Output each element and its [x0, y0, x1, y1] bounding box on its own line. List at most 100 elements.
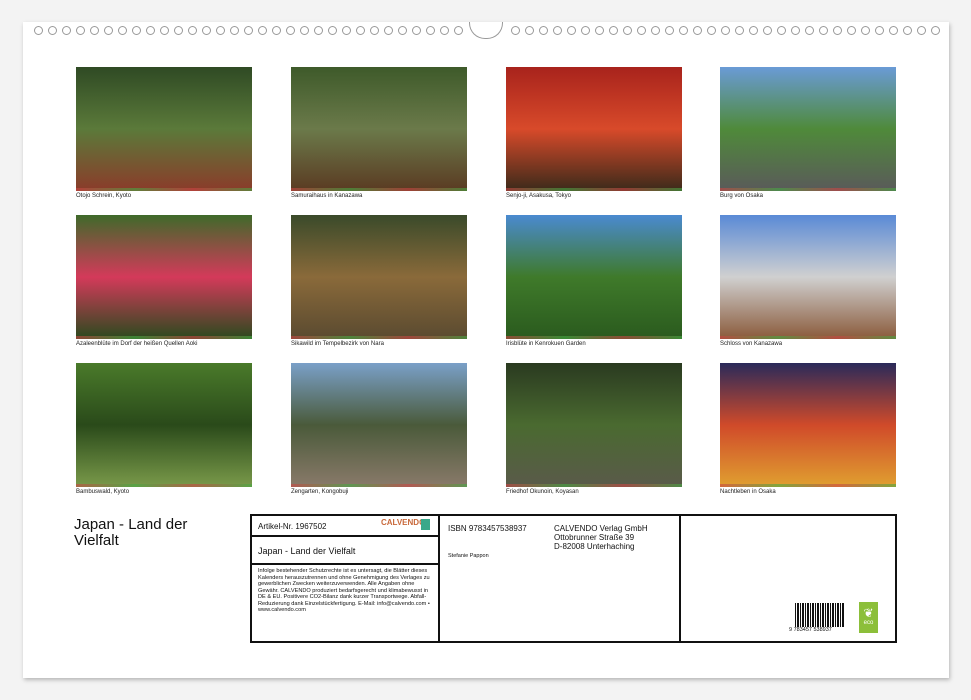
- binding-hole: [286, 26, 295, 35]
- binding-hole: [328, 26, 337, 35]
- binding-hole: [48, 26, 57, 35]
- month-strip: [291, 188, 467, 191]
- photo-caption: Azaleenblüte im Dorf der heißen Quellen …: [76, 341, 198, 347]
- binding-hole: [160, 26, 169, 35]
- barcode: [795, 603, 845, 627]
- binding-hole: [609, 26, 618, 35]
- binding-hole: [861, 26, 870, 35]
- binding-hole: [679, 26, 688, 35]
- photo-caption: Senjo-ji, Asakusa, Tokyo: [506, 193, 571, 199]
- binding-hole: [76, 26, 85, 35]
- photo: [720, 215, 896, 339]
- binding-hole: [931, 26, 940, 35]
- photo: [291, 67, 467, 191]
- photo-caption: Burg von Osaka: [720, 193, 764, 199]
- binding-hole: [595, 26, 604, 35]
- month-strip: [76, 188, 252, 191]
- binding-hole: [440, 26, 449, 35]
- eco-label: eco: [863, 620, 874, 626]
- publisher-name: CALVENDO Verlag GmbH: [554, 524, 648, 533]
- binding-hole: [356, 26, 365, 35]
- binding-hole: [791, 26, 800, 35]
- photo: [506, 67, 682, 191]
- binding-hole: [62, 26, 71, 35]
- month-strip: [291, 336, 467, 339]
- leaf-icon: ❦: [863, 606, 874, 620]
- photo-caption: Nachtleben in Osaka: [720, 489, 776, 495]
- binding-hole: [525, 26, 534, 35]
- binding-hole: [216, 26, 225, 35]
- binding-hole: [384, 26, 393, 35]
- divider: [438, 514, 440, 641]
- binding-hole: [244, 26, 253, 35]
- binding-hole: [174, 26, 183, 35]
- photo: [720, 67, 896, 191]
- barcode-number: 9 783457 538937: [789, 627, 832, 633]
- binding-hole: [258, 26, 267, 35]
- binding-hole: [202, 26, 211, 35]
- author: Stefanie Pappon: [448, 553, 489, 559]
- binding-hole: [777, 26, 786, 35]
- photo-caption: Samuraihaus in Kanazawa: [291, 193, 363, 199]
- photo: [291, 215, 467, 339]
- calvendo-logo-icon: [421, 519, 430, 530]
- photo-caption: Schloss von Kanazawa: [720, 341, 783, 347]
- binding-hole: [847, 26, 856, 35]
- binding-hole: [693, 26, 702, 35]
- photo: [76, 215, 252, 339]
- month-strip: [291, 484, 467, 487]
- month-strip: [76, 336, 252, 339]
- month-strip: [506, 188, 682, 191]
- binding-hole: [539, 26, 548, 35]
- photo: [720, 363, 896, 487]
- binding-hole: [146, 26, 155, 35]
- binding-hole: [300, 26, 309, 35]
- month-strip: [506, 336, 682, 339]
- binding-hole: [230, 26, 239, 35]
- binding-hole: [819, 26, 828, 35]
- binding-hole: [735, 26, 744, 35]
- binding-hole: [132, 26, 141, 35]
- binding-hole: [889, 26, 898, 35]
- month-strip: [76, 484, 252, 487]
- binding-hole: [917, 26, 926, 35]
- binding-hole: [90, 26, 99, 35]
- binding-hole: [833, 26, 842, 35]
- publisher-street: Ottobrunner Straße 39: [554, 533, 635, 542]
- binding-hole: [314, 26, 323, 35]
- binding-hole: [342, 26, 351, 35]
- photo: [76, 363, 252, 487]
- binding-hole: [875, 26, 884, 35]
- isbn: ISBN 9783457538937: [448, 524, 527, 533]
- binding-hole: [903, 26, 912, 35]
- binding-hole: [749, 26, 758, 35]
- photo-caption: Sikawild im Tempelbezirk von Nara: [291, 341, 384, 347]
- photo-caption: Zengarten, Kongobuji: [291, 489, 349, 495]
- binding-hole: [553, 26, 562, 35]
- divider: [679, 514, 681, 641]
- cover-title: Japan - Land der Vielfalt: [74, 516, 188, 549]
- photo: [291, 363, 467, 487]
- binding-hole: [623, 26, 632, 35]
- binding-hole: [567, 26, 576, 35]
- article-number: Artikel-Nr. 1967502: [258, 522, 327, 531]
- binding-hole: [454, 26, 463, 35]
- month-strip: [720, 336, 896, 339]
- binding-hole: [118, 26, 127, 35]
- calvendo-logo: CALVENDO: [381, 518, 426, 527]
- legal-text: Infolge bestehender Schutzrechte ist es …: [258, 568, 430, 613]
- binding-hole: [721, 26, 730, 35]
- binding-hole: [581, 26, 590, 35]
- month-strip: [720, 188, 896, 191]
- binding-hole: [651, 26, 660, 35]
- photo-caption: Otojo Schrein, Kyoto: [76, 193, 132, 199]
- photo-caption: Bambuswald, Kyoto: [76, 489, 130, 495]
- binding-hole: [805, 26, 814, 35]
- publisher-address: CALVENDO Verlag GmbH Ottobrunner Straße …: [554, 524, 648, 551]
- photo: [506, 363, 682, 487]
- binding-hole: [370, 26, 379, 35]
- publisher-city: D-82008 Unterhaching: [554, 542, 635, 551]
- binding-hole: [665, 26, 674, 35]
- month-strip: [506, 484, 682, 487]
- binding-hole: [104, 26, 113, 35]
